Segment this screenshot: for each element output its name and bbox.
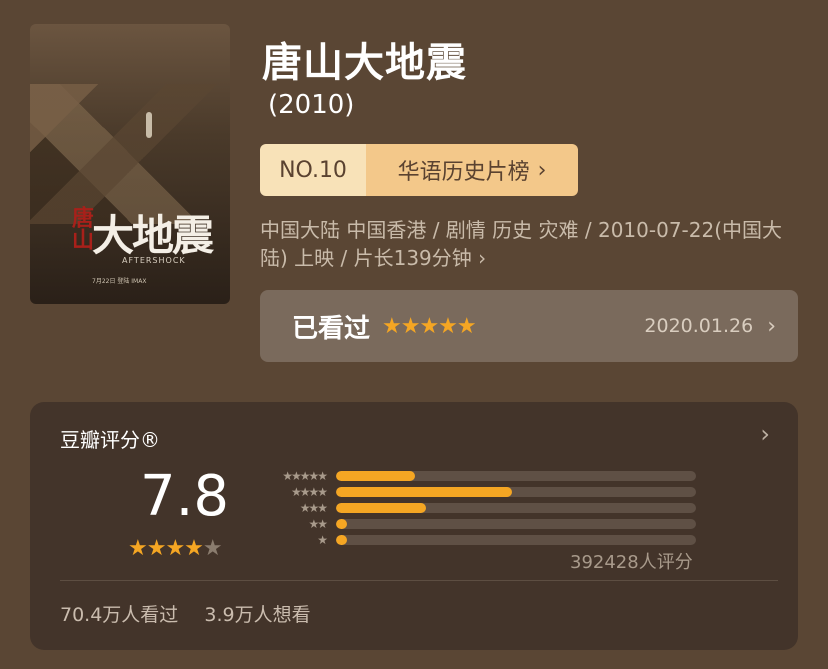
rating-bar-row: ★★★ [256, 500, 696, 516]
rank-list-name: 华语历史片榜 [397, 160, 530, 185]
rating-bar-row: ★★★★ [256, 484, 696, 500]
want-count[interactable]: 3.9万人想看 [204, 604, 310, 626]
star-level-icon: ★ [317, 533, 328, 547]
poster-release-note: 7月22日 登陆 IMAX [92, 278, 147, 285]
rating-distribution: ★★★★★ ★★★★ ★★★ ★★ ★ [256, 468, 696, 548]
rating-stars-empty: ★ [202, 536, 223, 561]
poster-title: 大地震 [92, 211, 214, 260]
rating-bar-fill [336, 471, 416, 481]
rating-bar-track [336, 519, 696, 529]
poster-figure [146, 112, 152, 138]
movie-year: (2010) [268, 90, 355, 120]
star-level-icon: ★★★ [299, 501, 328, 515]
poster-english-title: AFTERSHOCK [122, 256, 186, 265]
rating-bar-fill [336, 487, 513, 497]
divider [60, 580, 778, 581]
star-level-icon: ★★★★ [290, 485, 328, 499]
star-level-icon: ★★★★★ [282, 469, 328, 483]
star-level-icon: ★★ [308, 517, 328, 531]
rating-stars-filled: ★★★★ [128, 536, 204, 561]
rating-bar-track [336, 535, 696, 545]
rank-list-link[interactable]: 华语历史片榜 › [366, 144, 578, 196]
user-rating-stars-icon: ★★★★★ [382, 313, 477, 339]
rating-bar-fill [336, 503, 426, 513]
rating-score: 7.8 [140, 464, 230, 529]
watched-label: 已看过 [292, 313, 371, 344]
rank-badge[interactable]: NO.10 华语历史片榜 › [260, 144, 578, 196]
movie-meta-text: 中国大陆 中国香港 / 剧情 历史 灾难 / 2010-07-22(中国大陆) … [260, 218, 783, 270]
movie-poster[interactable]: 唐山 大地震 AFTERSHOCK 7月22日 登陆 IMAX [30, 24, 230, 304]
rating-bar-fill [336, 519, 347, 529]
watched-date: 2020.01.26 [644, 315, 754, 337]
rating-panel-title: 豆瓣评分® [60, 428, 160, 452]
chevron-right-icon: › [478, 246, 487, 270]
rating-bar-row: ★★★★★ [256, 468, 696, 484]
rating-count: 392428人评分 [570, 552, 693, 573]
movie-meta[interactable]: 中国大陆 中国香港 / 剧情 历史 灾难 / 2010-07-22(中国大陆) … [260, 216, 800, 272]
rating-bar-track [336, 503, 696, 513]
chevron-right-icon: › [767, 313, 776, 339]
rating-footer: 70.4万人看过 3.9万人想看 [60, 600, 311, 627]
watched-status-button[interactable]: 已看过 ★★★★★ 2020.01.26 › [260, 290, 798, 362]
watched-count[interactable]: 70.4万人看过 [60, 604, 178, 626]
chevron-right-icon: › [537, 157, 547, 183]
rating-bar-track [336, 471, 696, 481]
chevron-right-icon[interactable]: › [760, 420, 770, 448]
rating-bar-row: ★★ [256, 516, 696, 532]
rating-bar-row: ★ [256, 532, 696, 548]
movie-title: 唐山大地震 [262, 40, 467, 86]
rating-bar-fill [336, 535, 347, 545]
rating-stars-icon: ★★★★★ [128, 536, 223, 561]
rank-number: NO.10 [260, 144, 366, 196]
rating-bar-track [336, 487, 696, 497]
douban-rating-panel[interactable]: 豆瓣评分® › 7.8 ★★★★★ ★★★★★ ★★★★ ★★★ ★★ ★ 39… [30, 402, 798, 650]
